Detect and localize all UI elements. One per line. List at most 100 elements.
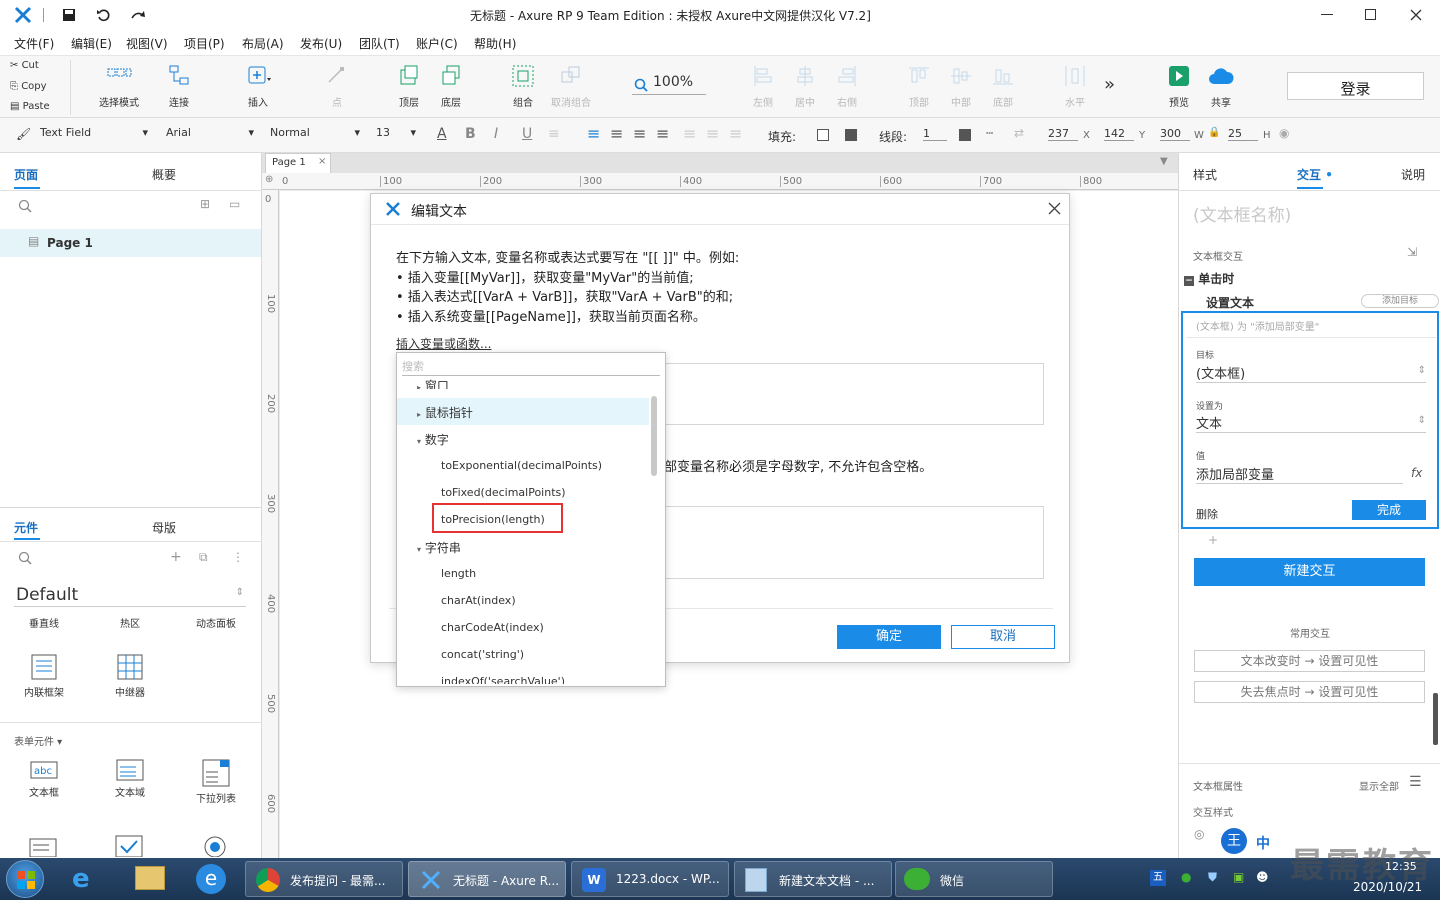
tab-masters[interactable]: 母版 bbox=[152, 519, 176, 536]
format-painter-icon[interactable]: 🖌 bbox=[16, 127, 31, 141]
zoom-select[interactable]: 100% bbox=[632, 73, 706, 95]
minimize-button[interactable] bbox=[1321, 14, 1333, 15]
search-icon[interactable] bbox=[18, 199, 32, 213]
list-item[interactable]: toFixed(decimalPoints) bbox=[441, 486, 566, 499]
lock-icon[interactable]: 🔒 bbox=[1208, 127, 1220, 138]
text-justify-icon[interactable]: ≡ bbox=[656, 124, 669, 143]
list-item[interactable]: ▾ 数字 bbox=[417, 431, 449, 448]
line-width-input[interactable]: 1 bbox=[923, 127, 947, 141]
more-tools-button[interactable]: » bbox=[1104, 74, 1115, 95]
menu-file[interactable]: 文件(F) bbox=[14, 35, 54, 52]
tab-interactions[interactable]: 交互 • bbox=[1297, 166, 1333, 183]
common-interaction-1[interactable]: 文本改变时 → 设置可见性 bbox=[1194, 650, 1425, 672]
set-to-select[interactable]: 文本 ⇕ bbox=[1196, 413, 1426, 433]
tab-notes[interactable]: 说明 bbox=[1401, 166, 1425, 183]
widget-name-input[interactable]: (文本框名称) bbox=[1193, 201, 1291, 226]
ime-mode-label[interactable]: 中 bbox=[1256, 833, 1270, 853]
page-item-page1[interactable]: ▤ Page 1 bbox=[0, 229, 261, 257]
value-input[interactable]: 添加局部变量 bbox=[1196, 464, 1403, 484]
connect-button[interactable]: 连接 bbox=[151, 64, 207, 109]
close-icon[interactable] bbox=[1410, 9, 1422, 21]
menu-team[interactable]: 团队(T) bbox=[359, 35, 400, 52]
task-notepad[interactable]: 新建文本文档 - ... bbox=[734, 861, 892, 897]
align-bottom-button[interactable]: 底部 bbox=[975, 64, 1031, 109]
menu-help[interactable]: 帮助(H) bbox=[474, 35, 516, 52]
list-item[interactable]: ▸ 窗口 bbox=[417, 379, 449, 389]
qq-tray-icon[interactable]: ☻ bbox=[1256, 870, 1269, 884]
function-search-input[interactable]: 搜索 bbox=[402, 358, 660, 376]
point-button[interactable]: 点 bbox=[309, 64, 365, 109]
share-button[interactable]: 共享 bbox=[1193, 64, 1249, 109]
line-color-swatch[interactable] bbox=[959, 129, 971, 141]
delete-link[interactable]: 删除 bbox=[1196, 506, 1218, 522]
task-wps[interactable]: W 1223.docx - WP... bbox=[571, 861, 729, 897]
cut-button[interactable]: ✂ Cut bbox=[10, 60, 39, 71]
arrow-style-icon[interactable]: ⇄ bbox=[1014, 126, 1024, 140]
menu-view[interactable]: 视图(V) bbox=[126, 35, 168, 52]
insert-variable-link[interactable]: 插入变量或函数... bbox=[396, 335, 491, 352]
maximize-button[interactable] bbox=[1365, 9, 1376, 20]
menu-icon[interactable]: ☰ bbox=[1409, 774, 1422, 790]
wechat-tray-icon[interactable]: ● bbox=[1181, 870, 1191, 884]
more-vertical-icon[interactable]: ⋮ bbox=[232, 550, 244, 564]
redo-icon[interactable] bbox=[130, 8, 146, 22]
add-target-button[interactable]: 添加目标 bbox=[1361, 294, 1439, 308]
select-mode-button[interactable]: 选择模式 bbox=[91, 64, 147, 109]
target-select[interactable]: (文本框) ⇕ bbox=[1196, 363, 1426, 383]
widget-dropdown[interactable]: 下拉列表 bbox=[186, 759, 246, 805]
x-input[interactable]: 237 bbox=[1048, 127, 1078, 141]
close-icon[interactable] bbox=[1048, 202, 1061, 215]
width-input[interactable]: 300 bbox=[1160, 127, 1190, 141]
bold-icon[interactable]: B bbox=[465, 126, 476, 142]
insert-button[interactable]: 插入 bbox=[230, 64, 286, 109]
save-icon[interactable] bbox=[62, 8, 76, 22]
text-align-center-icon[interactable]: ≡ bbox=[610, 124, 623, 143]
copy-button[interactable]: ⎘ Copy bbox=[10, 81, 47, 92]
close-tab-icon[interactable]: × bbox=[318, 156, 326, 167]
list-item[interactable]: length bbox=[441, 567, 476, 580]
library-select[interactable]: Default ⇕ bbox=[14, 583, 246, 607]
valign-bottom-icon[interactable]: ≡ bbox=[729, 124, 742, 143]
list-item[interactable]: concat('string') bbox=[441, 648, 524, 661]
list-item[interactable]: toExponential(decimalPoints) bbox=[441, 459, 602, 472]
task-axure[interactable]: 无标题 - Axure R... bbox=[408, 861, 566, 897]
menu-account[interactable]: 账户(C) bbox=[416, 35, 458, 52]
widget-type-select[interactable]: Text Field ▾ bbox=[40, 126, 148, 139]
menu-publish[interactable]: 发布(U) bbox=[300, 35, 342, 52]
tabs-dropdown-icon[interactable]: ▼ bbox=[1160, 156, 1168, 167]
widget-vertical-line[interactable]: 垂直线 bbox=[14, 615, 74, 630]
list-item[interactable]: ▾ 字符串 bbox=[417, 539, 461, 556]
shield-tray-icon[interactable]: ⛊ bbox=[1208, 870, 1217, 885]
login-button[interactable]: 登录 bbox=[1287, 72, 1424, 100]
radio-button-icon[interactable] bbox=[201, 835, 229, 857]
tab-widgets[interactable]: 元件 bbox=[14, 519, 38, 536]
new-interaction-button[interactable]: 新建交互 bbox=[1194, 558, 1425, 586]
ungroup-button[interactable]: 取消组合 bbox=[543, 64, 599, 109]
library-copy-icon[interactable]: ⧉ bbox=[199, 550, 208, 565]
tab-outline[interactable]: 概要 bbox=[152, 166, 176, 183]
scrollbar-thumb[interactable] bbox=[651, 396, 657, 476]
valign-middle-icon[interactable]: ≡ bbox=[706, 124, 719, 143]
radio-icon[interactable]: ◎ bbox=[1194, 827, 1204, 841]
underline-icon[interactable]: U bbox=[522, 126, 532, 142]
widget-hotspot[interactable]: 热区 bbox=[100, 615, 160, 630]
list-item[interactable]: charAt(index) bbox=[441, 594, 516, 607]
ime-floating-icon[interactable]: 王 bbox=[1221, 828, 1247, 854]
search-icon[interactable] bbox=[18, 551, 32, 565]
font-size-select[interactable]: 13 ▾ bbox=[376, 126, 416, 139]
list-item[interactable]: indexOf('searchValue') bbox=[441, 675, 565, 684]
distribute-h-button[interactable]: 水平 bbox=[1047, 64, 1103, 109]
y-input[interactable]: 142 bbox=[1104, 127, 1134, 141]
visibility-eye-icon[interactable]: ◉ bbox=[1279, 126, 1289, 140]
start-button[interactable] bbox=[6, 860, 44, 898]
paste-button[interactable]: ▤ Paste bbox=[10, 101, 50, 112]
add-action-button[interactable]: + bbox=[1208, 533, 1218, 547]
line-style-icon[interactable]: ┅ bbox=[986, 126, 993, 140]
list-item[interactable]: toPrecision(length) bbox=[441, 513, 545, 526]
text-align-left-icon[interactable]: ≡ bbox=[587, 124, 600, 143]
task-wechat[interactable]: 微信 bbox=[895, 861, 1053, 897]
fill-color-swatch[interactable] bbox=[817, 129, 829, 141]
add-folder-icon[interactable]: ▭ bbox=[229, 197, 240, 211]
font-family-select[interactable]: Arial ▾ bbox=[166, 126, 254, 139]
widget-text-area[interactable]: 文本域 bbox=[100, 759, 160, 799]
